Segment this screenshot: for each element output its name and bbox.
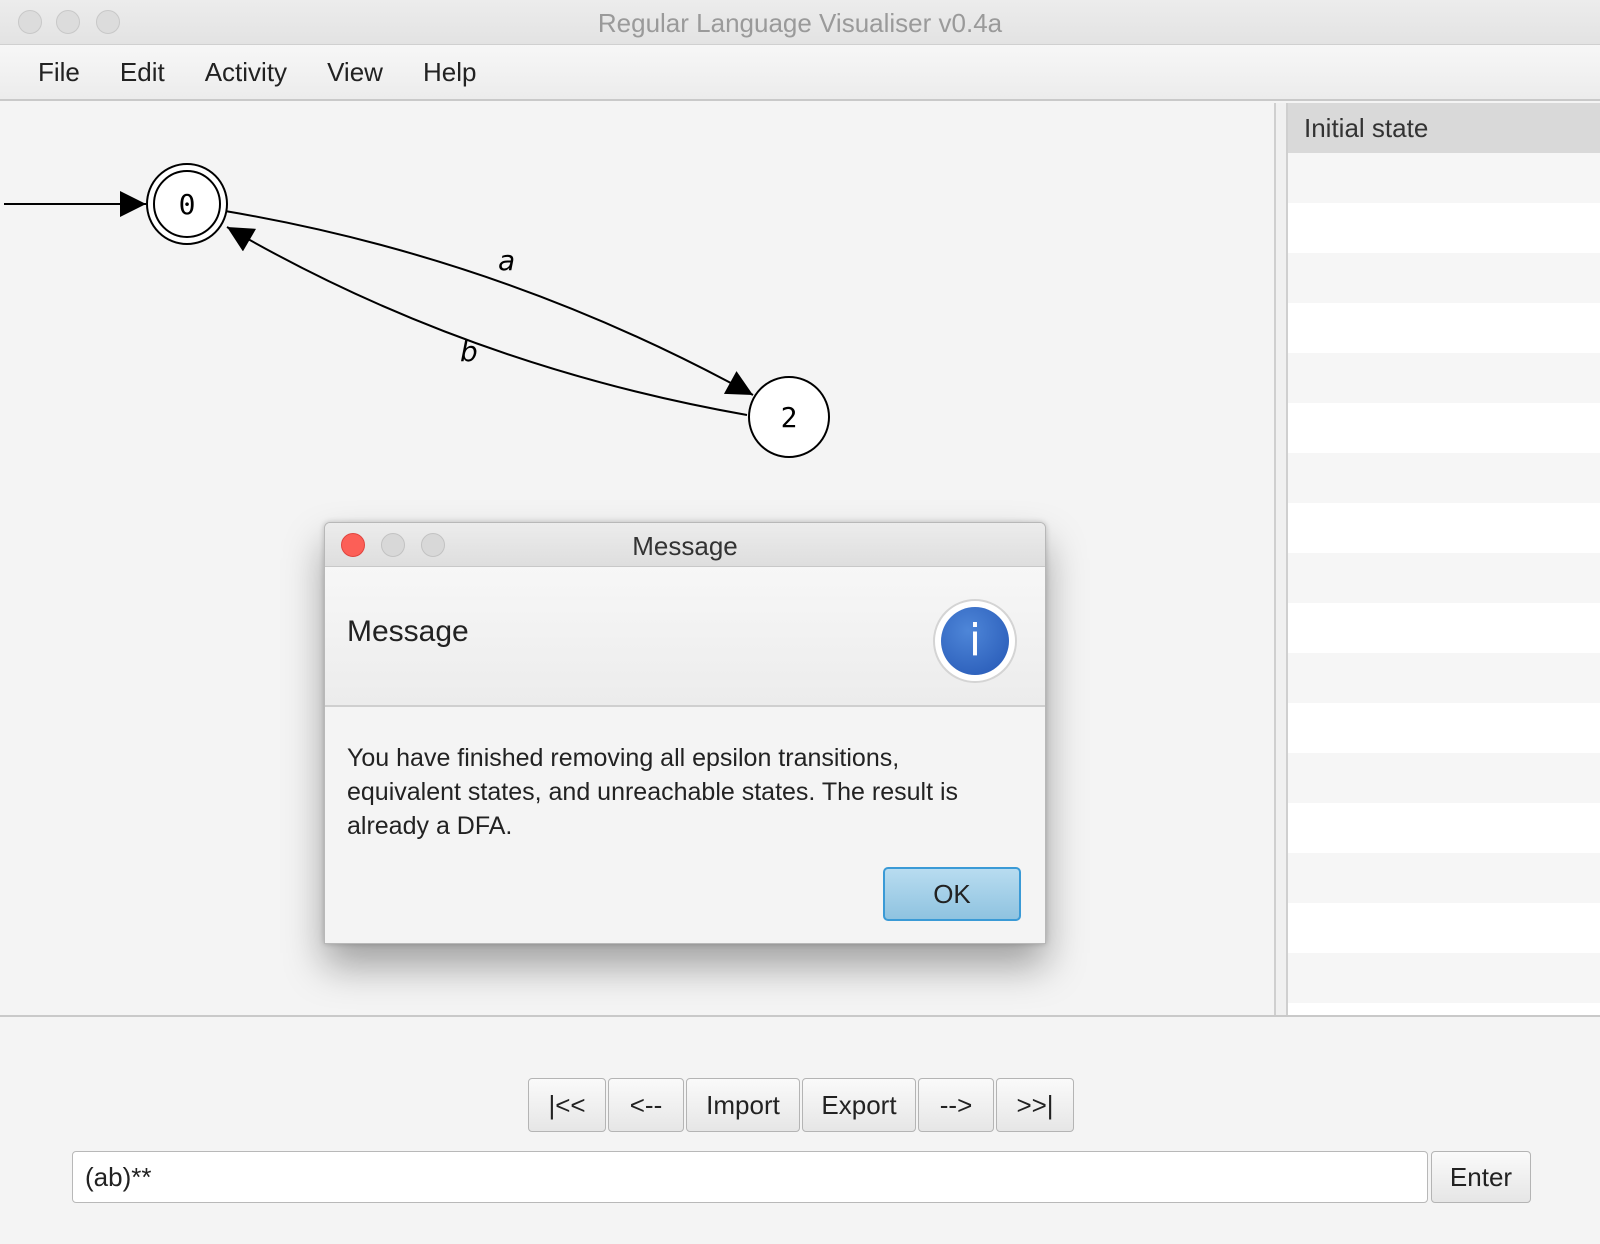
menu-bar: File Edit Activity View Help xyxy=(0,45,1600,101)
first-step-button[interactable]: |<< xyxy=(528,1078,606,1132)
list-item[interactable] xyxy=(1288,553,1600,603)
dialog-message: You have finished removing all epsilon t… xyxy=(347,744,959,840)
list-item[interactable] xyxy=(1288,903,1600,953)
list-item[interactable] xyxy=(1288,803,1600,853)
menu-view[interactable]: View xyxy=(307,44,403,100)
list-item[interactable] xyxy=(1288,503,1600,553)
list-item[interactable] xyxy=(1288,253,1600,303)
next-step-button[interactable]: --> xyxy=(918,1078,994,1132)
state-0[interactable]: 0 xyxy=(146,163,228,245)
state-2-label: 2 xyxy=(781,401,798,434)
dialog-header: Message i xyxy=(325,567,1045,707)
state-0-label: 0 xyxy=(179,188,196,221)
state-list-panel: Initial state xyxy=(1288,103,1600,1015)
transition-b-edge[interactable] xyxy=(226,226,748,416)
regex-input[interactable]: (ab)** xyxy=(72,1151,1428,1203)
list-item[interactable] xyxy=(1288,753,1600,803)
state-2[interactable]: 2 xyxy=(748,376,830,458)
list-item[interactable] xyxy=(1288,453,1600,503)
app-window: Regular Language Visualiser v0.4a File E… xyxy=(0,0,1600,1244)
last-step-button[interactable]: >>| xyxy=(996,1078,1074,1132)
list-item[interactable] xyxy=(1288,153,1600,203)
list-item[interactable] xyxy=(1288,703,1600,753)
list-item[interactable] xyxy=(1288,853,1600,903)
info-icon: i xyxy=(933,599,1017,683)
menu-edit[interactable]: Edit xyxy=(100,44,185,100)
transition-b-label: b xyxy=(460,335,478,368)
list-item[interactable] xyxy=(1288,403,1600,453)
list-item[interactable] xyxy=(1288,603,1600,653)
list-item[interactable] xyxy=(1288,653,1600,703)
state-list-rows xyxy=(1288,153,1600,1015)
menu-file[interactable]: File xyxy=(18,44,100,100)
dialog-title-bar: Message xyxy=(325,523,1045,567)
list-item[interactable] xyxy=(1288,303,1600,353)
previous-step-button[interactable]: <-- xyxy=(608,1078,684,1132)
menu-help[interactable]: Help xyxy=(403,44,496,100)
transition-a-label: a xyxy=(498,244,515,277)
window-title: Regular Language Visualiser v0.4a xyxy=(597,8,1003,38)
transition-a-edge[interactable] xyxy=(224,210,754,396)
export-button[interactable]: Export xyxy=(802,1078,916,1132)
list-item[interactable] xyxy=(1288,1003,1600,1015)
import-button[interactable]: Import xyxy=(686,1078,800,1132)
list-item[interactable] xyxy=(1288,953,1600,1003)
list-item[interactable] xyxy=(1288,203,1600,253)
dialog-title: Message xyxy=(632,531,738,561)
state-list-header[interactable]: Initial state xyxy=(1288,103,1600,153)
split-divider[interactable] xyxy=(1274,103,1288,1015)
list-item[interactable] xyxy=(1288,353,1600,403)
menu-activity[interactable]: Activity xyxy=(185,44,307,100)
step-controls: |<< <-- Import Export --> >>| xyxy=(528,1078,1074,1132)
enter-button[interactable]: Enter xyxy=(1431,1151,1531,1203)
dialog-heading: Message xyxy=(347,615,469,648)
title-bar: Regular Language Visualiser v0.4a xyxy=(0,0,1600,45)
ok-button[interactable]: OK xyxy=(883,867,1021,921)
message-dialog: Message Message i You have finished remo… xyxy=(324,522,1046,944)
